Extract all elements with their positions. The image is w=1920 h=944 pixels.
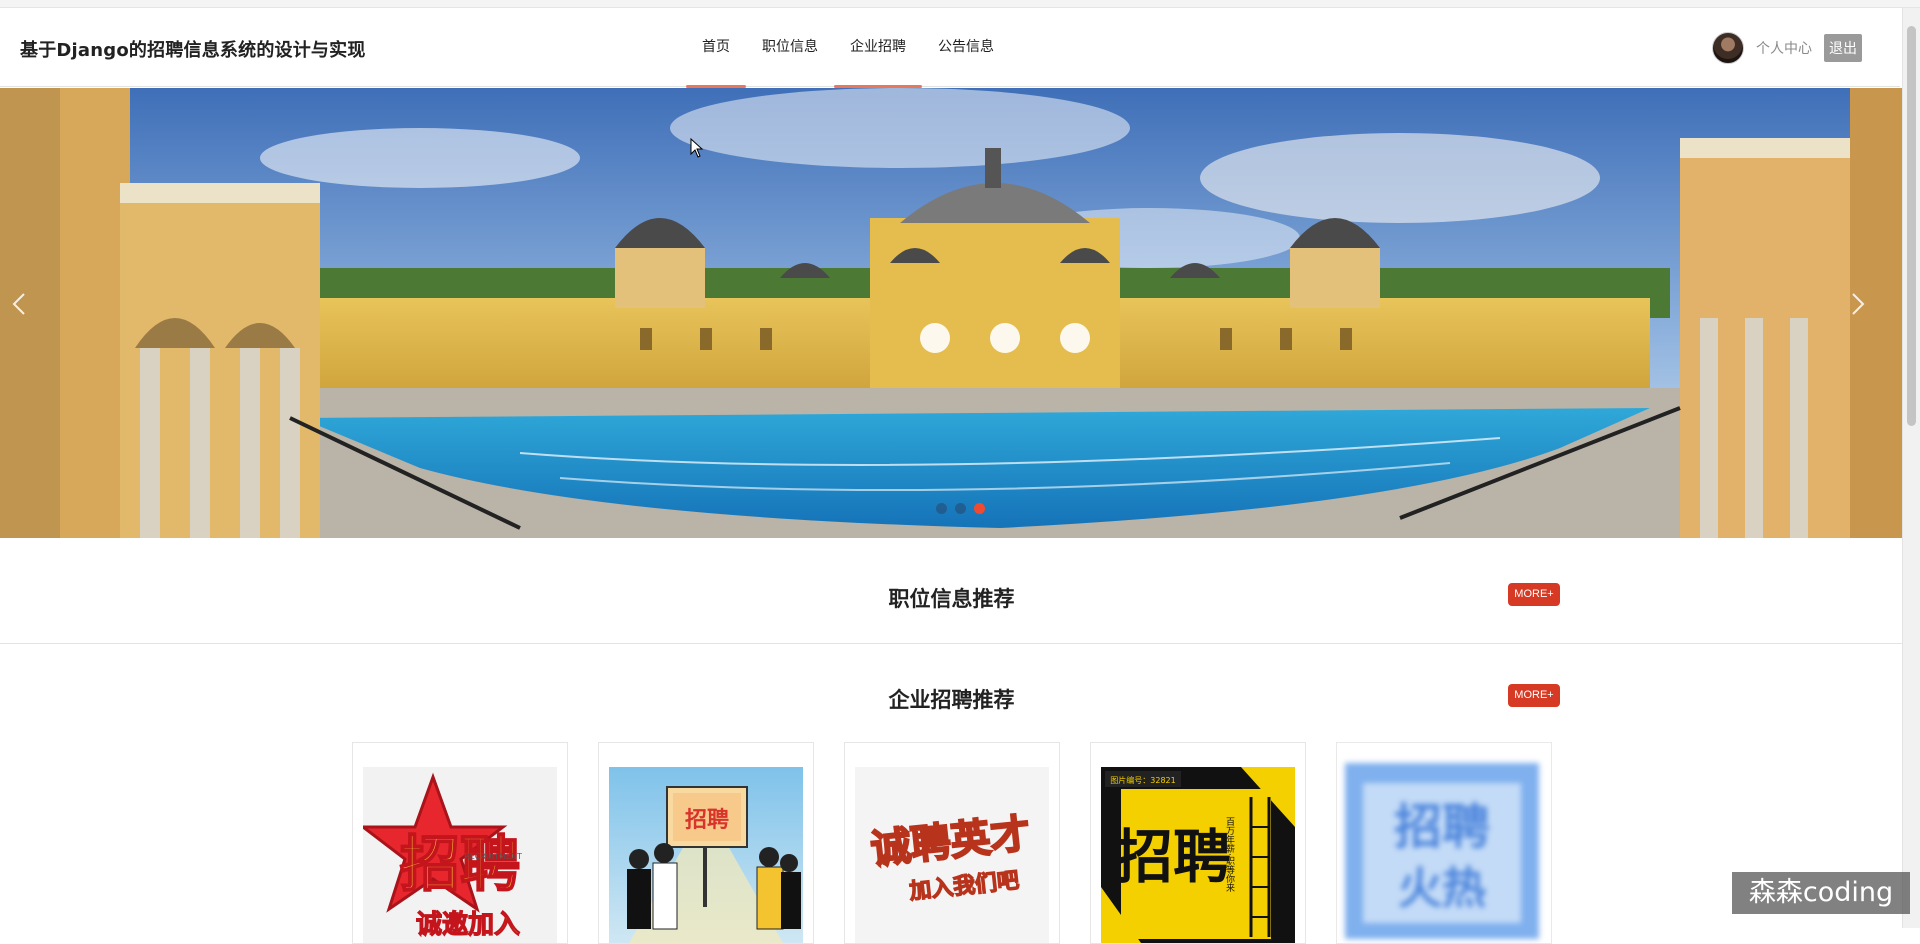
company-section-title: 企业招聘推荐 xyxy=(888,688,1015,712)
company-card[interactable]: 图片编号：32821 招聘 百万年薪·职等你来 xyxy=(1090,742,1306,944)
site-title: 基于Django的招聘信息系统的设计与实现 xyxy=(20,40,366,61)
vertical-scrollbar[interactable] xyxy=(1902,8,1920,928)
nav-companies[interactable]: 企业招聘 xyxy=(834,8,922,88)
company-card[interactable]: 招聘 xyxy=(598,742,814,944)
poster-subtitle: 火热 xyxy=(1398,863,1486,914)
nav-home[interactable]: 首页 xyxy=(686,8,746,88)
carousel-dot[interactable] xyxy=(955,503,966,514)
carousel-prev-button[interactable] xyxy=(12,293,52,333)
poster-title: 招聘 xyxy=(685,808,729,833)
scrollbar-thumb[interactable] xyxy=(1907,26,1916,426)
company-card[interactable]: 诚聘英才 加入我们吧 xyxy=(844,742,1060,944)
user-area: 个人中心 退出 xyxy=(1712,32,1862,64)
company-more-button[interactable]: MORE+ xyxy=(1508,684,1560,707)
top-border xyxy=(0,0,1920,8)
site-header: 基于Django的招聘信息系统的设计与实现 首页 职位信息 企业招聘 公告信息 … xyxy=(0,8,1900,88)
poster-title: 诚聘英才 xyxy=(869,811,1033,873)
company-poster-image: 招聘 RECRUITMENT 诚邀加入 xyxy=(363,767,557,943)
carousel-next-button[interactable] xyxy=(1851,293,1891,333)
carousel-dot-active[interactable] xyxy=(974,503,985,514)
poster-subtitle: 诚邀加入 xyxy=(416,910,520,940)
nav-notices[interactable]: 公告信息 xyxy=(922,8,1010,86)
poster-tag: 图片编号：32821 xyxy=(1110,775,1175,785)
poster-title: 招聘 xyxy=(1115,823,1231,891)
company-card[interactable]: 招聘 RECRUITMENT 诚邀加入 xyxy=(352,742,568,944)
poster-title: 招聘 xyxy=(400,830,520,900)
avatar[interactable] xyxy=(1712,32,1744,64)
carousel-dot[interactable] xyxy=(936,503,947,514)
company-card-list: 招聘 RECRUITMENT 诚邀加入 招聘 诚聘英才 加入我们吧 图片编号：3… xyxy=(352,742,1552,944)
company-card[interactable]: 招聘 火热 xyxy=(1336,742,1552,944)
job-section-title: 职位信息推荐 xyxy=(888,587,1015,611)
poster-english: RECRUITMENT xyxy=(464,852,522,861)
company-poster-image: 诚聘英才 加入我们吧 xyxy=(855,767,1049,943)
company-poster-image: 招聘 火热 xyxy=(1345,763,1539,939)
banner-carousel xyxy=(0,88,1903,538)
watermark: 森森coding xyxy=(1732,872,1910,914)
nav-jobs[interactable]: 职位信息 xyxy=(746,8,834,86)
company-poster-image: 图片编号：32821 招聘 百万年薪·职等你来 xyxy=(1101,767,1295,943)
main-nav: 首页 职位信息 企业招聘 公告信息 xyxy=(686,8,1010,88)
carousel-dots xyxy=(0,503,1903,514)
poster-subtitle: 百万年薪·职等你来 xyxy=(1224,817,1235,893)
banner-image xyxy=(0,88,1903,538)
chevron-right-icon xyxy=(1852,293,1865,315)
job-more-button[interactable]: MORE+ xyxy=(1508,583,1560,606)
poster-title: 招聘 xyxy=(1394,799,1490,855)
company-poster-image: 招聘 xyxy=(609,767,803,943)
logout-button[interactable]: 退出 xyxy=(1824,34,1862,62)
poster-subtitle: 加入我们吧 xyxy=(907,868,1020,904)
chevron-left-icon xyxy=(12,293,25,315)
mouse-cursor-icon xyxy=(690,138,704,158)
user-center-link[interactable]: 个人中心 xyxy=(1756,38,1812,58)
section-divider xyxy=(0,643,1903,644)
